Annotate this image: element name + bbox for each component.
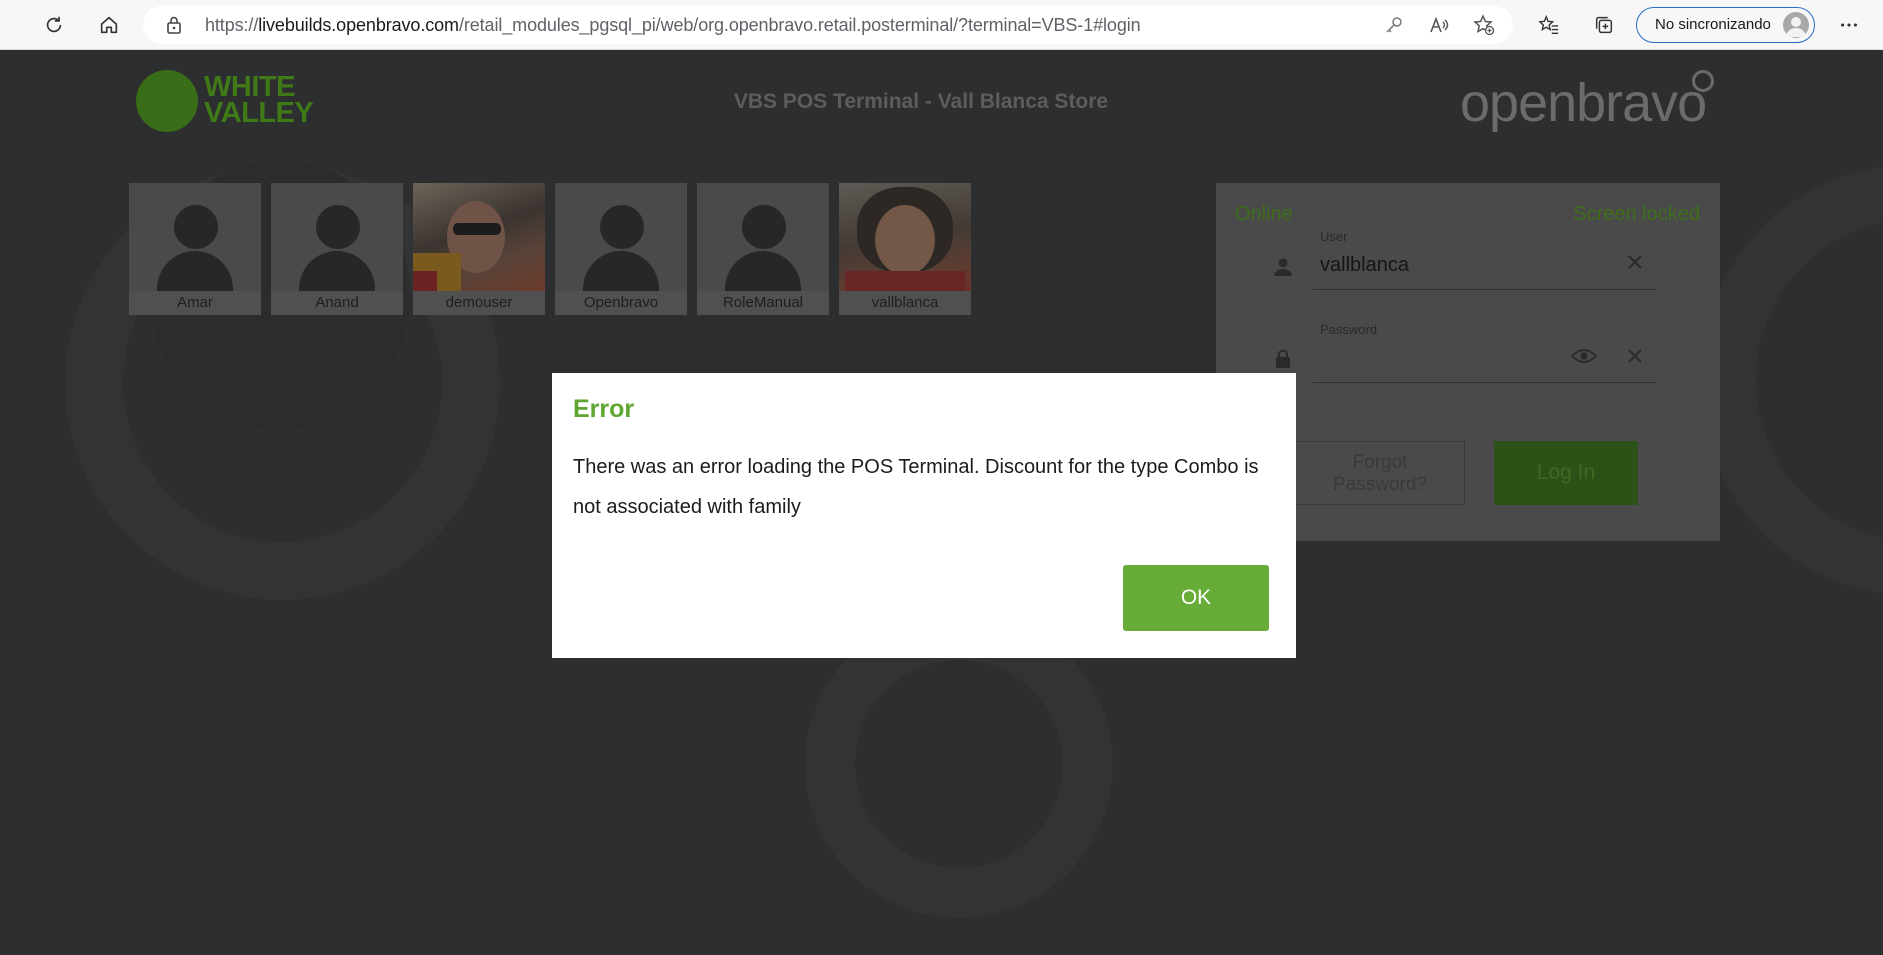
clear-user-icon[interactable] [1627, 254, 1643, 275]
dialog-title: Error [573, 395, 635, 423]
read-aloud-icon[interactable] [1428, 14, 1450, 36]
ok-button[interactable]: OK [1123, 565, 1269, 631]
password-field[interactable]: Password [1313, 322, 1657, 383]
more-icon[interactable] [1833, 9, 1865, 41]
add-favorite-icon[interactable] [1473, 14, 1495, 36]
key-icon[interactable] [1383, 14, 1405, 36]
show-password-icon[interactable] [1570, 347, 1598, 370]
username-value: vallblanca [1320, 254, 1409, 276]
user-name: Openbravo [555, 291, 687, 315]
avatar [600, 205, 644, 249]
username-field[interactable]: User vallblanca [1313, 229, 1657, 290]
user-tile-openbravo[interactable]: Openbravo [555, 183, 687, 315]
sync-status-label: No sincronizando [1655, 16, 1771, 33]
user-name: Anand [271, 291, 403, 315]
user-icon [1272, 256, 1294, 278]
user-name: Amar [129, 291, 261, 315]
user-name: vallblanca [839, 291, 971, 315]
browser-toolbar: https://livebuilds.openbravo.com/retail_… [0, 0, 1883, 50]
forgot-password-button[interactable]: Forgot Password? [1295, 441, 1465, 505]
user-tile-vallblanca[interactable]: vallblanca [839, 183, 971, 315]
password-label: Password [1320, 322, 1378, 337]
home-icon[interactable] [93, 9, 125, 41]
user-name: demouser [413, 291, 545, 315]
url-text: https://livebuilds.openbravo.com/retail_… [205, 15, 1141, 35]
avatar [316, 205, 360, 249]
lock-status: Screen locked [1573, 203, 1700, 225]
lock-icon [1272, 348, 1294, 370]
connection-status: Online [1235, 203, 1293, 225]
profile-icon [1783, 12, 1809, 38]
avatar [413, 183, 545, 291]
reload-icon[interactable] [38, 9, 70, 41]
avatar [839, 183, 971, 291]
login-button[interactable]: Log In [1494, 441, 1638, 505]
profile-sync-button[interactable]: No sincronizando [1636, 7, 1815, 43]
dialog-message: There was an error loading the POS Termi… [573, 456, 1259, 518]
avatar [742, 205, 786, 249]
user-tile-rolemanual[interactable]: RoleManual [697, 183, 829, 315]
user-tile-demouser[interactable]: demouser [413, 183, 545, 315]
user-name: RoleManual [697, 291, 829, 315]
vendor-logo-text: openbravo [1460, 73, 1707, 133]
openbravo-logo: openbravo [1460, 70, 1714, 134]
user-tile-anand[interactable]: Anand [271, 183, 403, 315]
username-label: User [1320, 229, 1348, 244]
collections-icon[interactable] [1588, 9, 1620, 41]
favorites-icon[interactable] [1533, 9, 1565, 41]
lock-icon[interactable] [165, 15, 183, 40]
error-dialog: Error There was an error loading the POS… [552, 373, 1296, 658]
clear-password-icon[interactable] [1627, 348, 1643, 369]
address-bar[interactable]: https://livebuilds.openbravo.com/retail_… [143, 6, 1513, 44]
avatar [174, 205, 218, 249]
user-tile-amar[interactable]: Amar [129, 183, 261, 315]
background-decoration [1700, 165, 1883, 595]
